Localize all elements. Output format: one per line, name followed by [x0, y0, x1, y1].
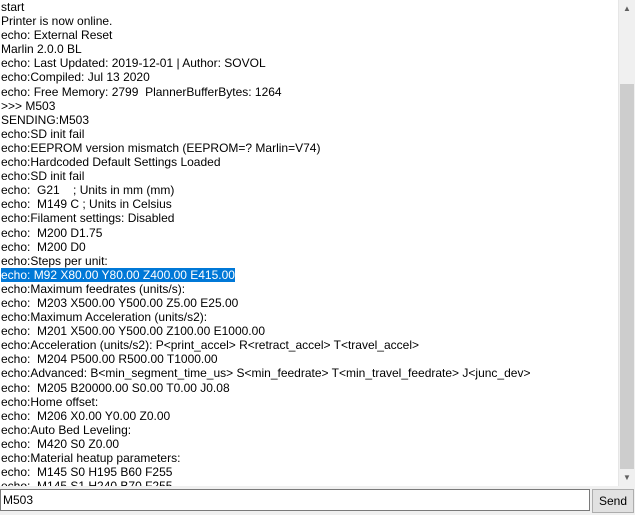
console-line: echo:Material heatup parameters: [1, 451, 618, 465]
console-line: echo:Maximum Acceleration (units/s2): [1, 310, 618, 324]
console-line-text: echo:Steps per unit: [1, 253, 108, 268]
console-line: >>> M503 [1, 99, 618, 113]
console-line: echo: Free Memory: 2799 PlannerBufferByt… [1, 85, 618, 99]
console-line-text: start [1, 0, 25, 14]
console-line: echo: M204 P500.00 R500.00 T1000.00 [1, 352, 618, 366]
console-line-text: echo:Home offset: [1, 394, 99, 409]
console-line-text: echo: M205 B20000.00 S0.00 T0.00 J0.08 [1, 380, 230, 395]
console-line-text: echo: External Reset [1, 28, 113, 43]
console-line-text: echo: M203 X500.00 Y500.00 Z5.00 E25.00 [1, 295, 239, 310]
console-line-text: echo: M92 X80.00 Y80.00 Z400.00 E415.00 [1, 267, 235, 282]
console-line-text: echo: M200 D1.75 [1, 225, 103, 240]
console-line: SENDING:M503 [1, 113, 618, 127]
console-output[interactable]: start Printer is now online. echo: Externa… [0, 0, 618, 486]
console-line-text: echo: M200 D0 [1, 239, 86, 254]
send-button[interactable]: Send [592, 489, 634, 513]
console-line-text: echo: M145 S0 H195 B60 F255 [1, 465, 173, 480]
console-line: echo: M145 S1 H240 B70 F255 [1, 479, 618, 486]
scrollbar-thumb[interactable] [620, 84, 634, 469]
console-line-text: echo: Free Memory: 2799 PlannerBufferByt… [1, 84, 282, 99]
chevron-down-icon: ▼ [623, 473, 631, 482]
console-line: echo:Acceleration (units/s2): P<print_ac… [1, 338, 618, 352]
console-line: echo: M200 D0 [1, 240, 618, 254]
console-line: echo:EEPROM version mismatch (EEPROM=? M… [1, 141, 618, 155]
console-line-text: echo:Maximum feedrates (units/s): [1, 281, 186, 296]
console-line: echo:Advanced: B<min_segment_time_us> S<… [1, 366, 618, 380]
console-line: echo: M200 D1.75 [1, 226, 618, 240]
console-line-text: echo:SD init fail [1, 126, 85, 141]
chevron-up-icon: ▲ [623, 4, 631, 13]
console-line: echo:SD init fail [1, 127, 618, 141]
console-line: echo: G21 ; Units in mm (mm) [1, 183, 618, 197]
console-line-text: Marlin 2.0.0 BL [1, 42, 82, 57]
console-line: Printer is now online. [1, 14, 618, 28]
console-line-text: echo: M420 S0 Z0.00 [1, 436, 120, 451]
console-line: echo: M206 X0.00 Y0.00 Z0.00 [1, 409, 618, 423]
console-line-text: echo: M204 P500.00 R500.00 T1000.00 [1, 352, 218, 367]
console-line: echo:Steps per unit: [1, 254, 618, 268]
console-line-text: Printer is now online. [1, 14, 113, 29]
console-line-text: SENDING:M503 [1, 112, 90, 127]
console-line: echo:Home offset: [1, 395, 618, 409]
console-line-text: echo: M201 X500.00 Y500.00 Z100.00 E1000… [1, 324, 265, 339]
console-line: echo:SD init fail [1, 169, 618, 183]
console-line-text: echo: M145 S1 H240 B70 F255 [1, 479, 172, 486]
console-line: echo:Maximum feedrates (units/s): [1, 282, 618, 296]
console-line-text: echo:Advanced: B<min_segment_time_us> S<… [1, 366, 531, 381]
console-line: start [1, 0, 618, 14]
console-line: echo: M420 S0 Z0.00 [1, 437, 618, 451]
console-line-text: echo:Hardcoded Default Settings Loaded [1, 155, 221, 170]
console-line-text: echo:Compiled: Jul 13 2020 [1, 70, 150, 85]
console-line-text: echo:SD init fail [1, 169, 85, 184]
console-line-text: echo:EEPROM version mismatch (EEPROM=? M… [1, 140, 321, 155]
scroll-down-button[interactable]: ▼ [619, 469, 635, 486]
console-line-text: echo:Material heatup parameters: [1, 451, 181, 465]
console-line-selected: echo: M92 X80.00 Y80.00 Z400.00 E415.00 [1, 267, 618, 282]
console-line-text: echo: G21 ; Units in mm (mm) [1, 183, 175, 198]
console-line: echo:Filament settings: Disabled [1, 211, 618, 225]
console-line-text: >>> M503 [1, 98, 56, 113]
console-line: echo: M149 C ; Units in Celsius [1, 197, 618, 211]
console-line-text: echo:Maximum Acceleration (units/s2): [1, 310, 208, 325]
terminal-window: start Printer is now online. echo: Externa… [0, 0, 635, 515]
console-line: echo:Hardcoded Default Settings Loaded [1, 155, 618, 169]
vertical-scrollbar[interactable]: ▲ ▼ [618, 0, 635, 486]
console-line: echo:Compiled: Jul 13 2020 [1, 70, 618, 84]
scroll-up-button[interactable]: ▲ [619, 0, 635, 17]
console-line-text: echo: M206 X0.00 Y0.00 Z0.00 [1, 408, 171, 423]
console-line: echo: M205 B20000.00 S0.00 T0.00 J0.08 [1, 381, 618, 395]
console-line: Marlin 2.0.0 BL [1, 42, 618, 56]
console-line: echo: M145 S0 H195 B60 F255 [1, 465, 618, 479]
console-line: echo:Auto Bed Leveling: [1, 423, 618, 437]
console-line: echo: M201 X500.00 Y500.00 Z100.00 E1000… [1, 324, 618, 338]
console-line-text: echo:Acceleration (units/s2): P<print_ac… [1, 338, 419, 353]
console-line: echo: External Reset [1, 28, 618, 42]
console-line-text: echo:Auto Bed Leveling: [1, 422, 132, 437]
console-lines: start Printer is now online. echo: Externa… [0, 0, 618, 486]
console-line-text: echo: Last Updated: 2019-12-01 | Author:… [1, 56, 266, 71]
console-line-text: echo:Filament settings: Disabled [1, 211, 175, 226]
console-line: echo: M203 X500.00 Y500.00 Z5.00 E25.00 [1, 296, 618, 310]
command-input[interactable] [0, 489, 590, 511]
console-line-text: echo: M149 C ; Units in Celsius [1, 197, 172, 212]
console-line: echo: Last Updated: 2019-12-01 | Author:… [1, 56, 618, 70]
